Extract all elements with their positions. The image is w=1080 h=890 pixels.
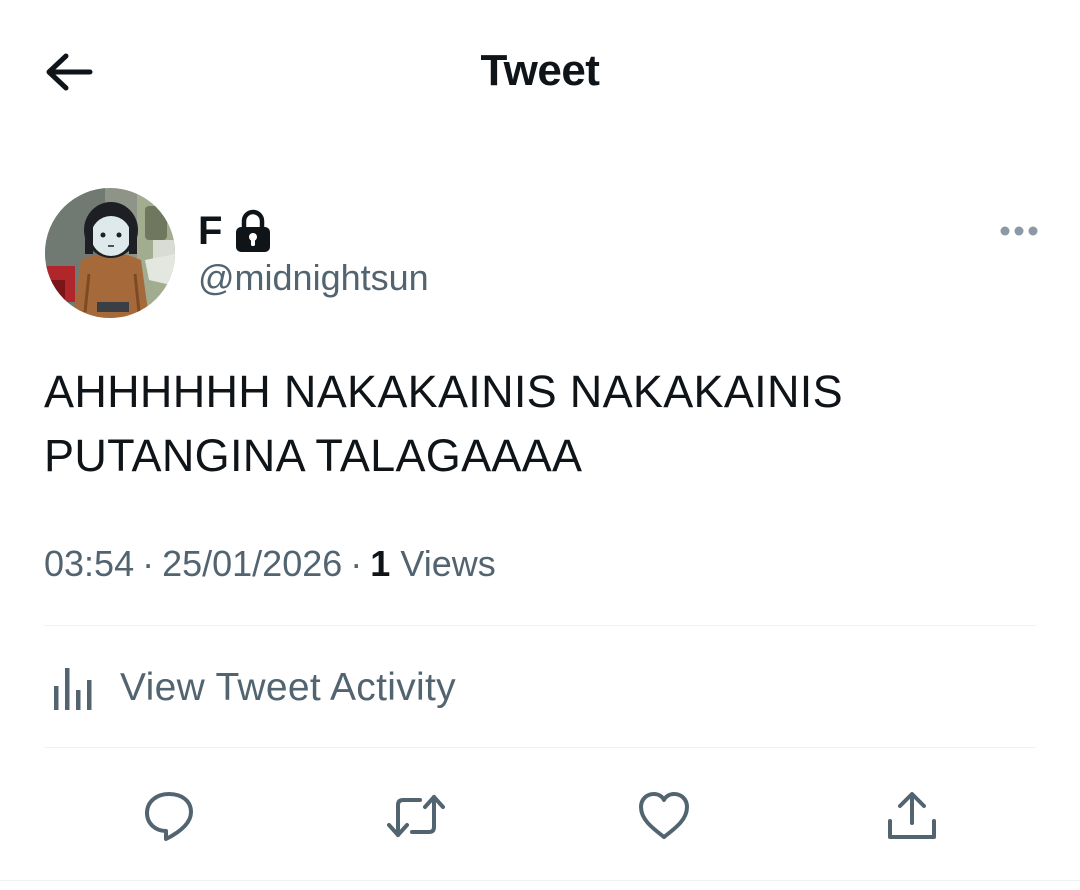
separator: · — [142, 543, 155, 584]
more-options-button[interactable] — [996, 216, 1042, 246]
author-name-row: F — [198, 206, 272, 256]
view-tweet-activity-button[interactable]: View Tweet Activity — [44, 650, 456, 726]
divider — [44, 625, 1036, 626]
more-horizontal-icon — [1000, 226, 1038, 236]
divider — [0, 880, 1080, 881]
page-title: Tweet — [480, 46, 600, 95]
avatar-image — [45, 188, 175, 318]
views-label: Views — [400, 543, 496, 584]
tweet-metadata: 03:54 · 25/01/2026 · 1 Views — [44, 540, 496, 588]
lock-icon — [236, 209, 271, 252]
retweet-icon — [387, 795, 445, 837]
like-button[interactable] — [634, 786, 694, 846]
display-name[interactable]: F — [198, 206, 222, 256]
separator: · — [350, 543, 363, 584]
heart-icon — [639, 792, 689, 839]
view-tweet-activity-label: View Tweet Activity — [120, 666, 456, 709]
bar-chart-icon — [54, 668, 92, 710]
views-count: 1 — [370, 543, 391, 584]
share-icon — [888, 792, 936, 839]
reply-button[interactable] — [139, 786, 199, 846]
divider — [44, 747, 1036, 748]
retweet-button[interactable] — [386, 786, 446, 846]
tweet-text: AHHHHHH NAKAKAINIS NAKAKAINIS PUTANGINA … — [44, 366, 843, 481]
tweet-time[interactable]: 03:54 — [44, 543, 134, 584]
author-handle[interactable]: @midnightsun — [198, 256, 429, 300]
reply-icon — [145, 792, 193, 841]
top-bar: Tweet — [0, 0, 1080, 145]
tweet-date[interactable]: 25/01/2026 — [162, 543, 342, 584]
avatar[interactable] — [45, 188, 175, 318]
share-button[interactable] — [882, 786, 942, 846]
